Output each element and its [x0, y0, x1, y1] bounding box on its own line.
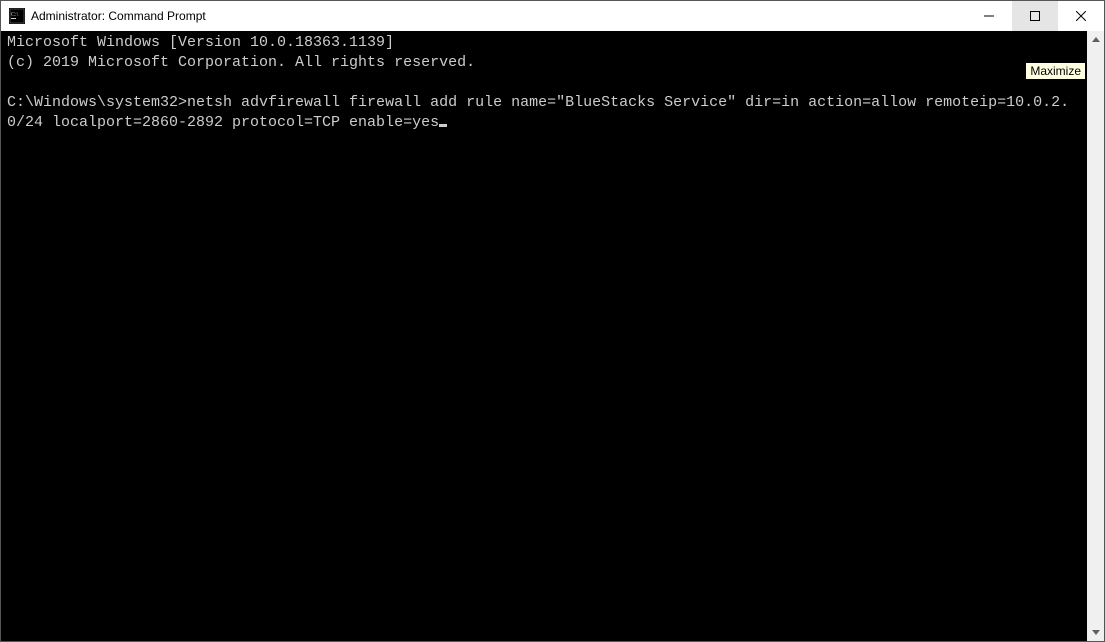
- scroll-track[interactable]: [1087, 48, 1104, 624]
- scroll-down-icon[interactable]: [1087, 624, 1104, 641]
- window-controls: [966, 1, 1104, 31]
- svg-text:C:\: C:\: [11, 12, 19, 18]
- cursor-icon: [439, 124, 447, 127]
- window-title: Administrator: Command Prompt: [31, 9, 966, 23]
- close-button[interactable]: [1058, 1, 1104, 31]
- cmd-icon: C:\: [9, 8, 25, 24]
- vertical-scrollbar[interactable]: [1087, 31, 1104, 641]
- scroll-up-icon[interactable]: [1087, 31, 1104, 48]
- maximize-button[interactable]: [1012, 1, 1058, 31]
- command-prompt-window: C:\ Administrator: Command Prompt Micros…: [0, 0, 1105, 642]
- terminal-line: (c) 2019 Microsoft Corporation. All righ…: [7, 54, 475, 71]
- prompt-path: C:\Windows\system32>: [7, 94, 187, 111]
- terminal-output[interactable]: Microsoft Windows [Version 10.0.18363.11…: [1, 31, 1087, 641]
- maximize-tooltip: Maximize: [1025, 62, 1086, 80]
- terminal-line: Microsoft Windows [Version 10.0.18363.11…: [7, 34, 394, 51]
- client-area: Microsoft Windows [Version 10.0.18363.11…: [1, 31, 1104, 641]
- titlebar[interactable]: C:\ Administrator: Command Prompt: [1, 1, 1104, 31]
- minimize-button[interactable]: [966, 1, 1012, 31]
